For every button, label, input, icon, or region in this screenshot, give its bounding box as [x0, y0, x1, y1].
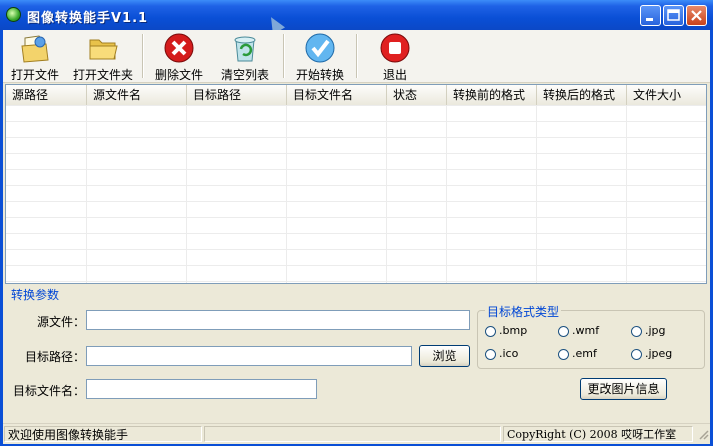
radio-wmf[interactable]: .wmf [558, 324, 599, 337]
status-welcome: 欢迎使用图像转换能手 [4, 426, 202, 442]
radio-emf-label: .emf [572, 347, 597, 360]
delete-icon [164, 33, 194, 63]
maximize-button[interactable] [663, 5, 684, 26]
change-image-info-button[interactable]: 更改图片信息 [580, 378, 667, 400]
open-file-icon [21, 35, 49, 63]
maximize-icon [667, 9, 680, 21]
target-path-label: 目标路径： [24, 350, 85, 364]
grid-line [186, 105, 187, 283]
app-window: 图像转换能手V1.1 打开文件 打开文件夹 删除文件 清空列表 开始转换 退出 … [0, 0, 713, 446]
grid-line [536, 105, 537, 283]
column-file-size[interactable]: 文件大小 [627, 85, 706, 105]
open-file-label: 打开文件 [10, 68, 59, 82]
open-folder-button[interactable]: 打开文件夹 [71, 32, 135, 82]
column-format-before[interactable]: 转换前的格式 [447, 85, 537, 105]
grid-line [386, 105, 387, 283]
toolbar-separator [142, 34, 144, 78]
radio-circle-icon [558, 348, 569, 360]
status-copyright: CopyRight (C) 2008 哎呀工作室 [503, 426, 693, 442]
grid-line [86, 105, 87, 283]
stop-icon [380, 33, 410, 63]
radio-circle-icon [558, 325, 569, 337]
browse-button[interactable]: 浏览 [419, 345, 470, 367]
open-file-button[interactable]: 打开文件 [9, 32, 61, 82]
checkmark-icon [305, 33, 335, 63]
list-body[interactable] [6, 105, 706, 283]
start-convert-label: 开始转换 [295, 68, 344, 82]
radio-jpeg[interactable]: .jpeg [631, 347, 672, 360]
column-target-name[interactable]: 目标文件名 [287, 85, 387, 105]
source-file-input[interactable] [86, 310, 470, 330]
format-group-title: 目标格式类型 [485, 303, 562, 320]
status-middle-panel [204, 426, 501, 442]
column-source-name[interactable]: 源文件名 [87, 85, 187, 105]
column-format-after[interactable]: 转换后的格式 [537, 85, 627, 105]
clear-list-label: 清空列表 [220, 68, 269, 82]
radio-ico[interactable]: .ico [485, 347, 518, 360]
status-bar: 欢迎使用图像转换能手 CopyRight (C) 2008 哎呀工作室 [3, 423, 710, 444]
exit-button[interactable]: 退出 [369, 32, 421, 82]
toolbar: 打开文件 打开文件夹 删除文件 清空列表 开始转换 退出 [3, 30, 710, 83]
minimize-button[interactable] [640, 5, 661, 26]
target-name-label: 目标文件名： [12, 384, 85, 398]
radio-ico-label: .ico [499, 347, 519, 360]
open-folder-label: 打开文件夹 [72, 68, 133, 82]
grid-line [286, 105, 287, 283]
recycle-bin-icon [234, 36, 256, 62]
radio-circle-icon [485, 325, 496, 337]
exit-label: 退出 [382, 68, 407, 82]
folder-icon [89, 39, 118, 60]
radio-bmp[interactable]: .bmp [485, 324, 527, 337]
resize-grip-icon[interactable] [697, 428, 709, 440]
radio-bmp-label: .bmp [499, 324, 528, 337]
radio-jpeg-label: .jpeg [645, 347, 673, 360]
column-target-path[interactable]: 目标路径 [187, 85, 287, 105]
close-button[interactable] [686, 5, 707, 26]
target-name-input[interactable] [86, 379, 317, 399]
radio-jpg[interactable]: .jpg [631, 324, 666, 337]
delete-file-label: 删除文件 [154, 68, 203, 82]
radio-circle-icon [631, 348, 642, 360]
column-status[interactable]: 状态 [387, 85, 447, 105]
toolbar-separator [283, 34, 285, 78]
file-list[interactable]: 源路径 源文件名 目标路径 目标文件名 状态 转换前的格式 转换后的格式 文件大… [5, 84, 707, 284]
title-bar[interactable]: 图像转换能手V1.1 [0, 0, 713, 30]
radio-wmf-label: .wmf [572, 324, 600, 337]
window-title: 图像转换能手V1.1 [27, 11, 149, 26]
radio-emf[interactable]: .emf [558, 347, 597, 360]
radio-circle-icon [631, 325, 642, 337]
target-path-input[interactable] [86, 346, 412, 366]
column-source-path[interactable]: 源路径 [6, 85, 87, 105]
radio-circle-icon [485, 348, 496, 360]
start-convert-button[interactable]: 开始转换 [292, 32, 348, 82]
toolbar-separator [356, 34, 358, 78]
client-area: 打开文件 打开文件夹 删除文件 清空列表 开始转换 退出 源路径 源文件名 目标… [3, 30, 710, 444]
grid-line [446, 105, 447, 283]
minimize-icon [646, 18, 653, 21]
close-icon [691, 10, 702, 21]
source-file-label: 源文件： [36, 315, 85, 329]
delete-file-button[interactable]: 删除文件 [152, 32, 206, 82]
radio-jpg-label: .jpg [645, 324, 666, 337]
params-group-title: 转换参数 [11, 288, 60, 302]
clear-list-button[interactable]: 清空列表 [218, 32, 272, 82]
grid-line [706, 105, 707, 283]
list-header: 源路径 源文件名 目标路径 目标文件名 状态 转换前的格式 转换后的格式 文件大… [6, 85, 706, 106]
app-icon[interactable] [6, 7, 21, 22]
grid-line [626, 105, 627, 283]
